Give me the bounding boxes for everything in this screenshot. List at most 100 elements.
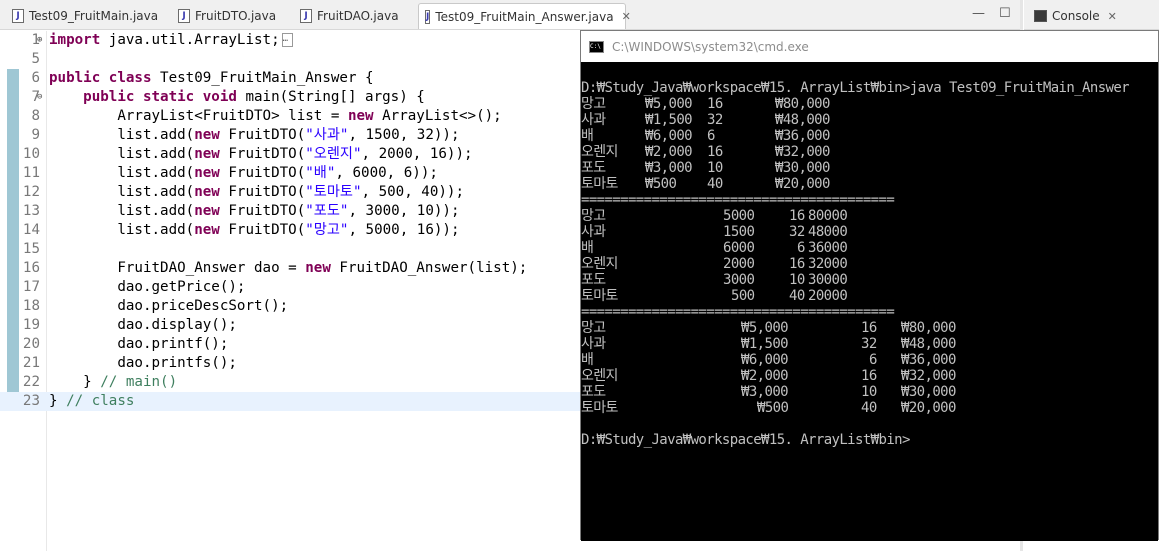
line-number: 21 <box>22 355 40 371</box>
console-text: 배 <box>581 128 594 144</box>
java-file-icon: J <box>12 9 24 23</box>
console-text: 16 <box>789 256 805 272</box>
console-text: 10 <box>707 160 723 176</box>
console-text: 포도 <box>581 384 606 400</box>
console-text: D:₩Study_Java₩workspace₩15. ArrayList₩bi… <box>581 432 910 448</box>
console-text: ₩1,500 <box>741 336 789 352</box>
console-text: 오렌지 <box>581 144 618 160</box>
line-number: 10 <box>22 146 40 162</box>
console-text: 16 <box>707 96 723 112</box>
console-text: ₩2,000 <box>741 368 789 384</box>
console-text: 80000 <box>808 208 848 224</box>
console-text: 500 <box>731 288 755 304</box>
cmd-icon: C:\ <box>589 40 604 53</box>
tab-fruitdao[interactable]: J FruitDAO.java <box>294 4 399 28</box>
console-text: 10 <box>789 272 805 288</box>
console-text: ₩5,000 <box>645 96 693 112</box>
editor-tab-bar: J Test09_FruitMain.java J FruitDTO.java … <box>0 0 1020 30</box>
console-text: 3000 <box>723 272 755 288</box>
line-number: 14 <box>22 222 40 238</box>
console-text: 30000 <box>808 272 848 288</box>
collapsed-region-icon[interactable]: … <box>281 33 293 47</box>
console-text: 6000 <box>723 240 755 256</box>
code-text: list.add(new FruitDTO("토마토", 500, 40)); <box>49 184 465 200</box>
code-text: FruitDAO_Answer dao = new FruitDAO_Answe… <box>49 260 528 276</box>
cmd-window[interactable]: C:\ C:\WINDOWS\system32\cmd.exe D:₩Study… <box>580 30 1159 541</box>
console-text: ₩80,000 <box>901 320 956 336</box>
line-number: 13 <box>22 203 40 219</box>
console-text: ₩30,000 <box>775 160 830 176</box>
console-text: 포도 <box>581 272 606 288</box>
line-number: 17 <box>22 279 40 295</box>
code-text: dao.printf(); <box>49 336 229 352</box>
line-number: 8 <box>31 108 40 124</box>
code-text: public static void main(String[] args) { <box>83 89 425 105</box>
console-text: ₩32,000 <box>901 368 956 384</box>
expand-fold-icon[interactable]: ⊕ <box>37 31 42 50</box>
console-text: ₩30,000 <box>901 384 956 400</box>
code-text: dao.printfs(); <box>49 355 237 371</box>
code-text: dao.getPrice(); <box>49 279 246 295</box>
console-text: 40 <box>707 176 723 192</box>
cmd-title-bar[interactable]: C:\ C:\WINDOWS\system32\cmd.exe <box>581 31 1158 62</box>
minimize-icon[interactable]: — <box>972 6 985 21</box>
tab-label: FruitDAO.java <box>317 9 399 23</box>
console-text: 1500 <box>723 224 755 240</box>
code-text: list.add(new FruitDTO("망고", 5000, 16)); <box>49 222 460 238</box>
line-number: 6 <box>31 70 40 86</box>
console-text: ₩6,000 <box>645 128 693 144</box>
code-text: list.add(new FruitDTO("배", 6000, 6)); <box>49 165 438 181</box>
console-text: 32 <box>861 336 877 352</box>
console-text: 2000 <box>723 256 755 272</box>
tab-console[interactable]: Console ✕ <box>1028 4 1117 28</box>
cmd-title: C:\WINDOWS\system32\cmd.exe <box>612 39 809 54</box>
console-text: 토마토 <box>581 400 618 416</box>
code-text: } // class <box>49 393 135 409</box>
cmd-output[interactable]: D:₩Study_Java₩workspace₩15. ArrayList₩bi… <box>581 62 1158 541</box>
console-text: 토마토 <box>581 176 618 192</box>
line-number: 12 <box>22 184 40 200</box>
console-text: 32 <box>707 112 723 128</box>
console-text: 48000 <box>808 224 848 240</box>
console-text: 사과 <box>581 224 606 240</box>
console-text: 포도 <box>581 160 606 176</box>
console-text: ₩500 <box>645 176 677 192</box>
line-number: 5 <box>31 51 40 67</box>
console-text: 배 <box>581 240 594 256</box>
close-icon[interactable]: ✕ <box>1108 10 1117 23</box>
console-text: 오렌지 <box>581 256 618 272</box>
tab-test09-fruitmain[interactable]: J Test09_FruitMain.java <box>6 4 158 28</box>
line-number: 15 <box>22 241 40 257</box>
console-text: 32 <box>789 224 805 240</box>
code-text: dao.priceDescSort(); <box>49 298 289 314</box>
line-number: 11 <box>22 165 40 181</box>
tab-test09-fruitmain-answer[interactable]: J Test09_FruitMain_Answer.java ✕ <box>418 3 631 29</box>
console-text: ₩36,000 <box>901 352 956 368</box>
line-number: 16 <box>22 260 40 276</box>
code-text: ArrayList<FruitDTO> list = new ArrayList… <box>49 108 502 124</box>
console-text: ₩48,000 <box>901 336 956 352</box>
console-text: 사과 <box>581 112 606 128</box>
collapse-fold-icon[interactable]: ⊖ <box>37 88 42 107</box>
code-text: list.add(new FruitDTO("포도", 3000, 10)); <box>49 203 460 219</box>
console-text: 40 <box>789 288 805 304</box>
editor-window-controls: — ☐ <box>972 6 1011 21</box>
line-number: 19 <box>22 317 40 333</box>
console-text: 10 <box>861 384 877 400</box>
console-text: 6 <box>869 352 877 368</box>
console-text: 6 <box>707 128 715 144</box>
close-icon[interactable]: ✕ <box>622 10 631 23</box>
console-panel-header: Console ✕ <box>1024 0 1159 30</box>
console-text: 36000 <box>808 240 848 256</box>
tab-fruitdto[interactable]: J FruitDTO.java <box>172 4 276 28</box>
line-number: 23 <box>22 393 40 409</box>
console-text: 오렌지 <box>581 368 618 384</box>
console-text: 16 <box>861 320 877 336</box>
console-text: ₩36,000 <box>775 128 830 144</box>
console-text: 망고 <box>581 320 606 336</box>
maximize-icon[interactable]: ☐ <box>999 6 1011 21</box>
java-file-icon: J <box>425 9 431 24</box>
console-text: ₩3,000 <box>645 160 693 176</box>
java-file-icon: J <box>300 9 312 23</box>
line-number: 20 <box>22 336 40 352</box>
